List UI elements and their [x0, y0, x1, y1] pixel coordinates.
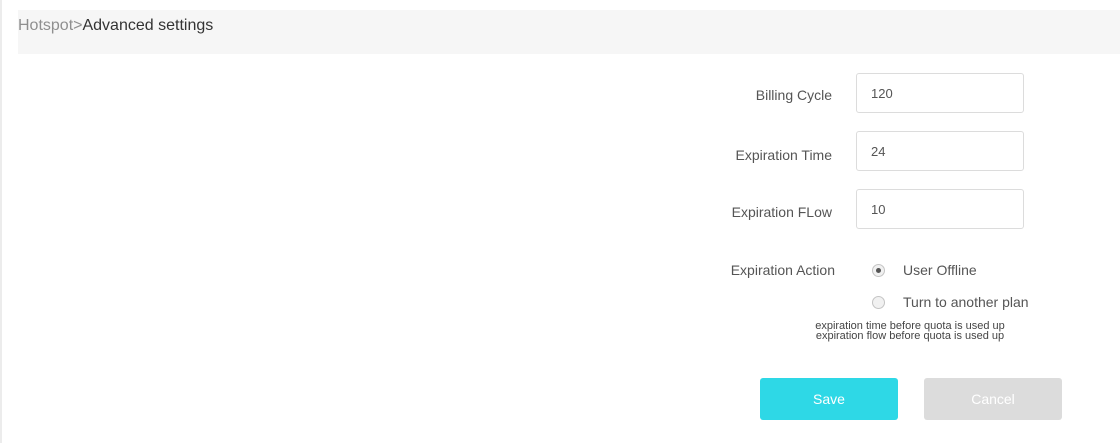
left-divider: [0, 0, 2, 443]
breadcrumb-current: Advanced settings: [82, 17, 214, 34]
save-button[interactable]: Save: [760, 378, 898, 420]
expiration-flow-input[interactable]: [856, 189, 1024, 229]
radio-checked-icon[interactable]: [872, 263, 885, 277]
expiration-flow-label: Expiration FLow: [731, 204, 832, 220]
expiration-time-input[interactable]: [856, 131, 1024, 171]
expiration-action-label: Expiration Action: [730, 262, 835, 278]
breadcrumb-hotspot-link[interactable]: Hotspot: [18, 17, 73, 34]
radio-turn-to-another-plan[interactable]: Turn to another plan: [872, 292, 1029, 312]
advanced-settings-page: Hotspot>Advanced settings Billing Cycle …: [0, 0, 1120, 443]
expiration-time-label: Expiration Time: [735, 147, 832, 163]
cancel-button[interactable]: Cancel: [924, 378, 1062, 420]
radio-user-offline-label: User Offline: [903, 262, 977, 278]
expiration-flow-note: expiration flow before quota is used up: [815, 330, 1005, 342]
billing-cycle-label: Billing Cycle: [755, 87, 832, 103]
radio-turn-to-another-plan-label: Turn to another plan: [903, 294, 1029, 310]
radio-user-offline[interactable]: User Offline: [872, 260, 977, 280]
breadcrumb: Hotspot>Advanced settings: [18, 16, 213, 36]
radio-unchecked-icon[interactable]: [872, 295, 885, 309]
billing-cycle-input[interactable]: [856, 73, 1024, 113]
